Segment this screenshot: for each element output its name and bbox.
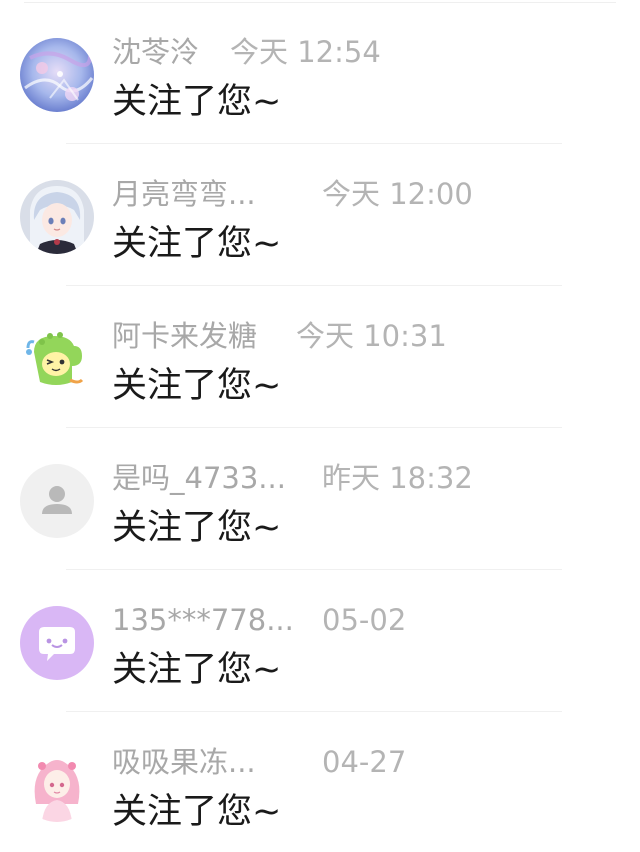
notification-time: 今天 12:54 [230, 35, 381, 69]
notification-time: 今天 10:31 [296, 319, 447, 353]
user-name[interactable]: 135***778... [112, 600, 294, 640]
anime-blue-floral-avatar-icon[interactable] [20, 38, 94, 112]
user-name[interactable]: 月亮弯弯... [112, 174, 256, 214]
notification-item[interactable]: 吸吸果冻... 04-27 关注了您~ [0, 712, 640, 852]
notification-message: 关注了您~ [112, 508, 282, 548]
user-name[interactable]: 吸吸果冻... [112, 742, 256, 782]
pink-anime-girl-avatar-icon[interactable] [20, 748, 94, 822]
notification-item[interactable]: 阿卡来发糖 今天 10:31 关注了您~ [0, 286, 640, 428]
notification-item[interactable]: 135***778... 05-02 关注了您~ [0, 570, 640, 712]
notification-item[interactable]: 沈苓泠 今天 12:54 关注了您~ [0, 2, 640, 144]
notification-time: 昨天 18:32 [322, 461, 473, 495]
anime-silver-hair-girl-avatar-icon[interactable] [20, 180, 94, 254]
notification-message: 关注了您~ [112, 224, 282, 264]
notification-message: 关注了您~ [112, 366, 282, 406]
notification-message: 关注了您~ [112, 792, 282, 832]
notification-item[interactable]: 是吗_4733... 昨天 18:32 关注了您~ [0, 428, 640, 570]
notification-time: 04-27 [322, 745, 407, 779]
purple-chat-bubble-avatar-icon[interactable] [20, 606, 94, 680]
default-user-avatar-icon[interactable] [20, 464, 94, 538]
notification-time: 今天 12:00 [322, 177, 473, 211]
user-name[interactable]: 阿卡来发糖 [112, 316, 257, 356]
notification-message: 关注了您~ [112, 650, 282, 690]
notification-item[interactable]: 月亮弯弯... 今天 12:00 关注了您~ [0, 144, 640, 286]
green-dinosaur-cartoon-avatar-icon[interactable] [20, 322, 94, 396]
notification-message: 关注了您~ [112, 82, 282, 122]
user-name[interactable]: 沈苓泠 [112, 32, 199, 72]
notification-time: 05-02 [322, 603, 407, 637]
user-name[interactable]: 是吗_4733... [112, 458, 286, 498]
